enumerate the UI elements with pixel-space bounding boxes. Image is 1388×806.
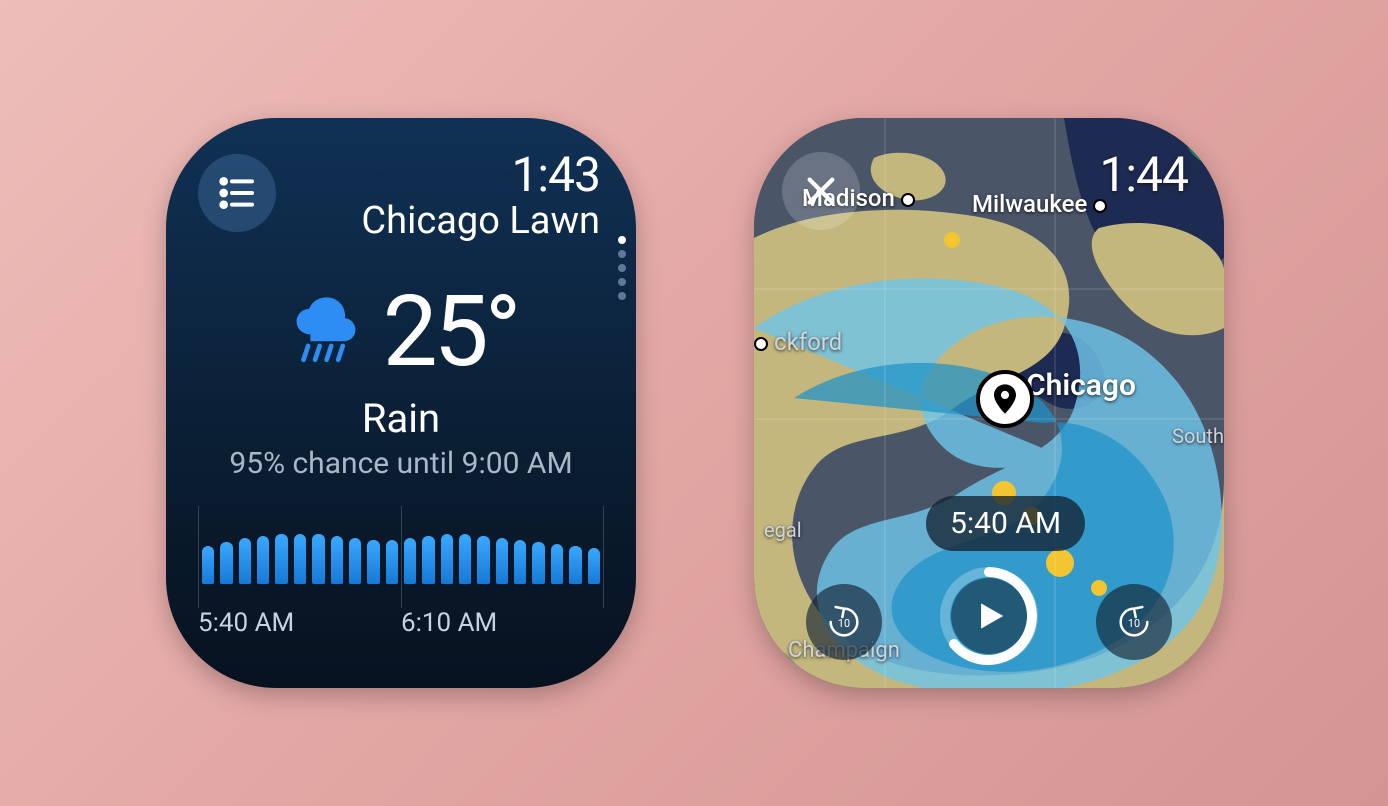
temperature: 25° bbox=[383, 274, 518, 389]
condition-label: Rain bbox=[166, 395, 636, 442]
precip-bar bbox=[404, 538, 416, 584]
current-location-pin[interactable] bbox=[976, 370, 1034, 428]
precip-bar bbox=[331, 536, 343, 584]
precip-bar bbox=[551, 544, 563, 584]
locations-list-button[interactable] bbox=[198, 154, 276, 232]
precip-chance: 95% chance until 9:00 AM bbox=[166, 446, 636, 481]
stage: 1:43 Chicago Lawn 25° Rain 95% chance un… bbox=[0, 0, 1388, 806]
current-conditions: 25° Rain 95% chance until 9:00 AM bbox=[166, 274, 636, 481]
precip-bar bbox=[514, 540, 526, 584]
map-pin-icon bbox=[994, 384, 1016, 414]
precip-bar bbox=[202, 546, 214, 584]
precip-bar bbox=[496, 538, 508, 584]
skip-back-10-icon: 10 bbox=[824, 602, 864, 642]
precip-bar bbox=[312, 534, 324, 584]
precip-bar bbox=[349, 538, 361, 584]
svg-text:10: 10 bbox=[838, 617, 850, 630]
minute-precip-graph[interactable]: 5:40 AM 6:10 AM bbox=[198, 518, 604, 638]
precip-bar bbox=[588, 548, 600, 584]
city-chicago: Chicago bbox=[1026, 368, 1136, 403]
play-icon bbox=[970, 597, 1008, 635]
city-south: South bbox=[1172, 424, 1224, 448]
precip-bar bbox=[257, 536, 269, 584]
header: 1:43 Chicago Lawn bbox=[361, 146, 600, 243]
precip-bar bbox=[569, 546, 581, 584]
precip-bar bbox=[239, 538, 251, 584]
precip-bar bbox=[275, 534, 287, 584]
rain-icon bbox=[285, 295, 359, 369]
close-icon bbox=[804, 174, 838, 208]
svg-text:10: 10 bbox=[1128, 617, 1140, 630]
city-rockford: ckford bbox=[754, 328, 842, 356]
axis-label-start: 5:40 AM bbox=[198, 608, 294, 638]
list-icon bbox=[217, 173, 257, 213]
skip-forward-10-icon: 10 bbox=[1114, 602, 1154, 642]
close-button[interactable] bbox=[782, 152, 860, 230]
precip-bar bbox=[477, 536, 489, 584]
skip-forward-button[interactable]: 10 bbox=[1096, 584, 1172, 660]
clock-time: 1:44 bbox=[1099, 146, 1188, 203]
city-milwaukee: Milwaukee bbox=[972, 190, 1107, 218]
precip-bar bbox=[220, 542, 232, 584]
precip-bar bbox=[532, 542, 544, 584]
precip-bar bbox=[386, 540, 398, 584]
precip-bar bbox=[367, 540, 379, 584]
watch-weather-summary: 1:43 Chicago Lawn 25° Rain 95% chance un… bbox=[166, 118, 636, 688]
play-button[interactable] bbox=[939, 566, 1039, 666]
precip-bar bbox=[422, 536, 434, 584]
axis-label-mid: 6:10 AM bbox=[401, 608, 497, 638]
watch-radar-map[interactable]: Madison Milwaukee ckford Chicago South e… bbox=[754, 118, 1224, 688]
clock-time: 1:43 bbox=[361, 146, 600, 203]
city-egal: egal bbox=[764, 518, 802, 542]
radar-timestamp-chip: 5:40 AM bbox=[926, 496, 1085, 551]
precip-bar bbox=[459, 534, 471, 584]
location-name: Chicago Lawn bbox=[361, 199, 600, 243]
skip-back-button[interactable]: 10 bbox=[806, 584, 882, 660]
precip-bar bbox=[441, 534, 453, 584]
precip-bar bbox=[294, 534, 306, 584]
